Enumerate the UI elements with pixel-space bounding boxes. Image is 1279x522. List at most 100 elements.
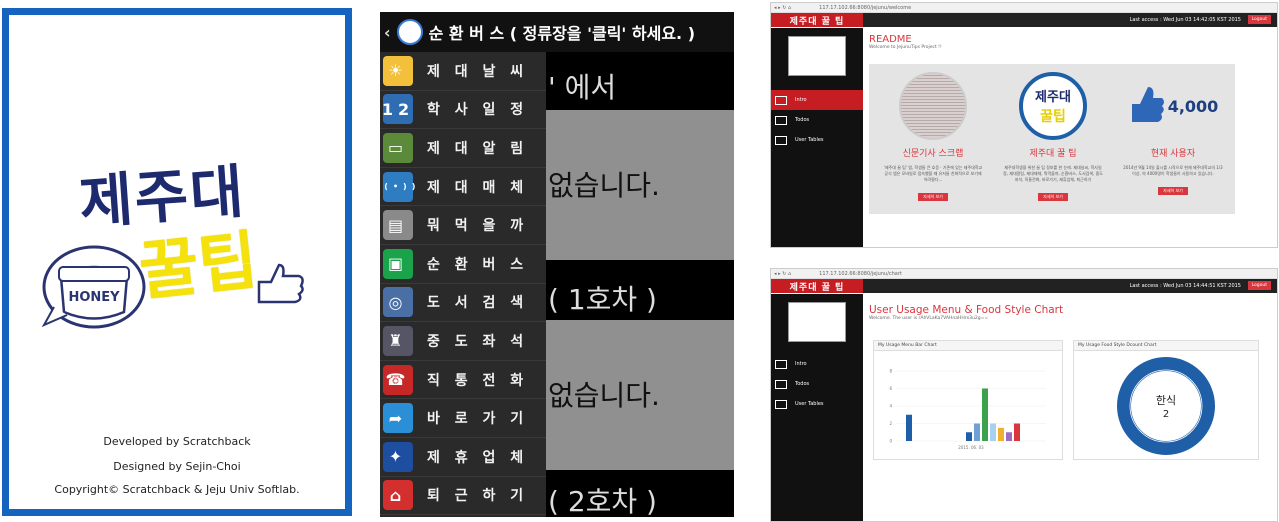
- more-button[interactable]: 자세히 보기: [918, 193, 948, 201]
- drawer-item[interactable]: ⌂ 퇴 근 하 기: [380, 477, 546, 516]
- badge-line2: 꿀팁: [1040, 109, 1066, 125]
- feature-heading: 제주대 꿀 팁: [1029, 149, 1077, 159]
- feature-users: 4,000 현재 사용자 2014년 9월 14일 출시를 시작으로 현재 제주…: [1117, 64, 1229, 214]
- site-brand[interactable]: 제주대 꿀 팁: [771, 13, 863, 27]
- bar[interactable]: [998, 427, 1004, 441]
- donut-chart: 한식 2: [1117, 357, 1215, 455]
- donut-label: 한식: [1156, 394, 1176, 407]
- x-tick-label: 2015. 06. 03: [958, 445, 984, 450]
- web-chart-page: ◂ ▸ ↻ ⌂ 117.17.102.66:8080/jejunu/chart …: [770, 268, 1278, 522]
- drawer-item-label: 바 로 가 기: [427, 411, 529, 428]
- drawer-item[interactable]: ✦ 제 휴 업 체: [380, 438, 546, 477]
- logout-button[interactable]: Logout: [1247, 281, 1271, 290]
- drawer-item[interactable]: ▤ 뭐 먹 을 까: [380, 206, 546, 245]
- home-icon: ⌂: [383, 480, 413, 511]
- feature-news: 신문기사 스크랩 '제주대 꿀 팁' 앱, 학생들 큰 호응 · 기존에 있는 …: [877, 64, 989, 214]
- drawer-item-label: 순 환 버 스: [427, 256, 529, 273]
- logout-button[interactable]: Logout: [1247, 15, 1271, 24]
- sidebar-item-user-tables[interactable]: User Tables: [771, 130, 863, 150]
- last-access-text: Last access : Wed Jun 03 14:44:51 KST 20…: [1129, 283, 1241, 289]
- app-logo-icon[interactable]: [396, 19, 423, 45]
- board-icon: ▭: [383, 132, 413, 163]
- drawer-item[interactable]: ♜ 중 도 좌 석: [380, 322, 546, 361]
- sidebar: Intro Todos User Tables: [771, 294, 863, 521]
- donut-chart-card: My Usage Food Style Dcount Chart 한식 2: [1073, 340, 1259, 460]
- url-text[interactable]: 117.17.102.66:8080/jejunu/welcome: [819, 5, 911, 11]
- sidebar-label: Todos: [795, 381, 810, 387]
- bar[interactable]: [990, 423, 996, 442]
- drawer-item[interactable]: ☀ 제 대 날 씨: [380, 52, 546, 91]
- calendar-icon: 12: [382, 94, 413, 125]
- splash-screen: 제주대 HONEY 꿀팁 Developed by Scratchback De…: [2, 8, 352, 516]
- drawer-item-label: 직 통 전 화: [427, 372, 529, 389]
- drawer-item[interactable]: ☎ 직 통 전 화: [380, 361, 546, 400]
- sidebar-item-intro[interactable]: Intro: [771, 90, 863, 110]
- badge-line1: 제주대: [1035, 90, 1071, 105]
- drawer-item[interactable]: ▣ 순 환 버 스: [380, 245, 546, 284]
- bar[interactable]: [1006, 432, 1012, 441]
- site-header: 제주대 꿀 팁 Last access : Wed Jun 03 14:42:0…: [771, 13, 1277, 27]
- drawer-item-label: 제 대 매 체: [427, 179, 529, 196]
- chart-page-title: User Usage Menu & Food Style Chart: [869, 304, 1064, 316]
- honey-pot-icon: HONEY: [41, 245, 146, 329]
- site-brand[interactable]: 제주대 꿀 팁: [771, 279, 863, 293]
- sidebar-item-intro[interactable]: Intro: [771, 354, 863, 374]
- bg-text-5: ( 2호차 ): [548, 485, 657, 517]
- more-button[interactable]: 자세히 보기: [1038, 193, 1068, 201]
- drawer-item-label: 제 휴 업 체: [427, 449, 529, 466]
- nav-arrows-icon[interactable]: ◂ ▸ ↻ ⌂: [774, 5, 791, 11]
- bg-text-1: ' 에서: [548, 71, 617, 104]
- edit-icon: [775, 115, 787, 125]
- sidebar-logo: [788, 302, 846, 342]
- drawer-item[interactable]: ▭ 제 대 알 림: [380, 129, 546, 168]
- chair-icon: ♜: [383, 325, 413, 356]
- drawer-item-label: 제 대 날 씨: [427, 63, 529, 80]
- url-text[interactable]: 117.17.102.66:8080/jejunu/chart: [819, 271, 902, 277]
- thumbs-up-icon: [257, 263, 304, 304]
- bar[interactable]: [906, 414, 912, 441]
- sidebar-item-todos[interactable]: Todos: [771, 110, 863, 130]
- splash-content: 제주대 HONEY 꿀팁 Developed by Scratchback De…: [9, 15, 345, 509]
- bar[interactable]: [966, 432, 972, 441]
- drawer-item-label: 도 서 검 색: [427, 295, 529, 312]
- sidebar-item-todos[interactable]: Todos: [771, 374, 863, 394]
- developed-by: Developed by Scratchback: [103, 435, 251, 448]
- drawer-item-label: 제 대 알 림: [427, 140, 529, 157]
- user-count: 4,000: [1167, 96, 1219, 116]
- drawer-item[interactable]: 12 학 사 일 정: [380, 91, 546, 130]
- phone-header-title: 순 환 버 스 ( 정류장을 '클릭' 하세요. ): [428, 24, 696, 43]
- sidebar-item-user-tables[interactable]: User Tables: [771, 394, 863, 414]
- splash-title-line2: 꿀팁: [136, 224, 261, 310]
- main-content: README Welcome to JejunuTips Project !! …: [863, 28, 1277, 247]
- drawer-item[interactable]: ((•)) 제 대 매 체: [380, 168, 546, 207]
- bar[interactable]: [974, 423, 980, 442]
- main-content: User Usage Menu & Food Style Chart Welco…: [863, 294, 1277, 521]
- y-tick-label: 0: [889, 439, 892, 444]
- back-chevron-icon[interactable]: ‹: [384, 23, 391, 42]
- broadcast-icon: ((•)): [380, 171, 415, 202]
- y-tick-label: 8: [889, 369, 892, 374]
- monitor-icon: [775, 95, 787, 105]
- drawer-item-label: 뭐 먹 을 까: [427, 218, 529, 235]
- donut-value: 2: [1163, 409, 1169, 420]
- drawer-item-label: 중 도 좌 석: [427, 333, 529, 350]
- browser-address-bar[interactable]: ◂ ▸ ↻ ⌂ 117.17.102.66:8080/jejunu/welcom…: [771, 3, 1277, 13]
- phone-content-background: ' 에서 없습니다. ( 1호차 ) 없습니다. ( 2호차 ): [546, 52, 734, 517]
- last-access-text: Last access : Wed Jun 03 14:42:05 KST 20…: [1129, 17, 1241, 23]
- sidebar-label: Intro: [795, 361, 807, 367]
- bar[interactable]: [982, 388, 988, 442]
- menu-icon: ▤: [383, 210, 413, 241]
- search-icon: ◎: [383, 287, 413, 318]
- y-tick-label: 4: [889, 404, 892, 409]
- sidebar-label: Todos: [795, 117, 810, 123]
- feature-text: 2014년 9월 14일 출시를 시작으로 현재 제주대학교의 1/3 이상, …: [1123, 165, 1223, 176]
- designed-by: Designed by Sejin-Choi: [113, 460, 241, 473]
- browser-address-bar[interactable]: ◂ ▸ ↻ ⌂ 117.17.102.66:8080/jejunu/chart: [771, 269, 1277, 279]
- screenshot-collage: 제주대 HONEY 꿀팁 Developed by Scratchback De…: [0, 0, 1279, 522]
- drawer-item[interactable]: ◎ 도 서 검 색: [380, 284, 546, 323]
- nav-arrows-icon[interactable]: ◂ ▸ ↻ ⌂: [774, 271, 791, 277]
- drawer-item[interactable]: ➦ 바 로 가 기: [380, 399, 546, 438]
- more-button[interactable]: 자세히 보기: [1158, 187, 1188, 195]
- feature-heading: 현재 사용자: [1150, 149, 1196, 159]
- bar[interactable]: [1014, 423, 1020, 442]
